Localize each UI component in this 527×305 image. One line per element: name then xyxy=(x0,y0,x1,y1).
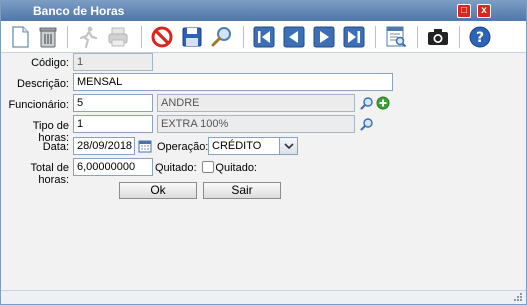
funcionario-add-icon[interactable] xyxy=(376,96,390,110)
operacao-select[interactable]: CRÉDITO xyxy=(208,137,298,155)
funcionario-id-field[interactable]: 5 xyxy=(73,94,153,112)
funcionario-search-icon[interactable] xyxy=(360,96,374,110)
data-field[interactable]: 28/09/2018 xyxy=(73,137,135,155)
report-icon[interactable] xyxy=(383,24,409,50)
previous-record-icon[interactable] xyxy=(281,24,307,50)
help-icon[interactable]: ? xyxy=(467,24,493,50)
tipo-horas-name-field[interactable]: EXTRA 100% xyxy=(157,115,355,133)
maximize-button[interactable]: □ xyxy=(457,4,471,18)
tipo-horas-search-icon[interactable] xyxy=(360,117,374,131)
next-record-icon[interactable] xyxy=(311,24,337,50)
funcionario-name-field[interactable]: ANDRE xyxy=(157,94,355,112)
toolbar: ? xyxy=(1,21,526,53)
total-horas-field[interactable]: 6,00000000 xyxy=(73,158,153,176)
calendar-icon[interactable] xyxy=(138,139,152,153)
descricao-label: Descrição: xyxy=(17,78,69,90)
new-document-icon[interactable] xyxy=(7,24,33,50)
cancel-icon[interactable] xyxy=(149,24,175,50)
first-record-icon[interactable] xyxy=(251,24,277,50)
save-icon[interactable] xyxy=(179,24,205,50)
total-horas-label: Total de horas: xyxy=(30,162,69,186)
sair-button[interactable]: Sair xyxy=(203,182,281,199)
camera-icon[interactable] xyxy=(425,24,451,50)
title-bar[interactable]: Banco de Horas □ x xyxy=(1,1,526,21)
resize-grip-icon[interactable] xyxy=(514,293,523,302)
quitado-checkbox[interactable] xyxy=(202,161,214,173)
quitado-label: Quitado: xyxy=(155,162,197,174)
print-icon[interactable] xyxy=(105,24,131,50)
descricao-field[interactable]: MENSAL xyxy=(73,73,393,91)
chevron-down-icon[interactable] xyxy=(279,138,297,154)
window-title: Banco de Horas xyxy=(33,4,125,18)
last-record-icon[interactable] xyxy=(341,24,367,50)
svg-text:?: ? xyxy=(476,30,484,46)
operacao-label: Operação: xyxy=(157,141,209,153)
tipo-horas-id-field[interactable]: 1 xyxy=(73,115,153,133)
codigo-field[interactable]: 1 xyxy=(73,53,153,71)
search-icon[interactable] xyxy=(209,24,235,50)
operacao-value: CRÉDITO xyxy=(212,140,262,152)
status-bar xyxy=(1,290,526,304)
ok-button[interactable]: Ok xyxy=(119,182,197,199)
codigo-label: Código: xyxy=(31,57,69,69)
dialog-window: Banco de Horas □ x ? Código: 1 Descrição… xyxy=(0,0,527,305)
trash-icon[interactable] xyxy=(35,24,61,50)
close-button[interactable]: x xyxy=(477,4,491,18)
run-icon[interactable] xyxy=(75,24,101,50)
data-label: Data: xyxy=(42,141,69,153)
quitado-checkbox-label: Quitado: xyxy=(215,162,257,174)
funcionario-label: Funcionário: xyxy=(8,99,69,111)
